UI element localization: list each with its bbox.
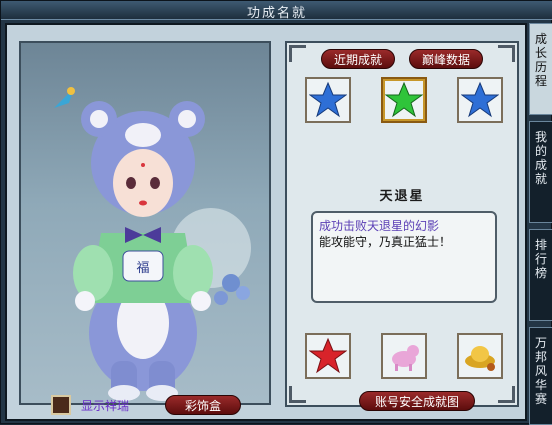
achievement-desc-line1: 成功击败天退星的幻影 bbox=[319, 219, 440, 233]
green-star-icon bbox=[385, 81, 423, 118]
side-tab-growth[interactable]: 成长历程 bbox=[529, 23, 552, 115]
medal-slot-1[interactable] bbox=[305, 77, 351, 123]
account-security-achievement-button[interactable]: 账号安全成就图 bbox=[359, 391, 475, 411]
show-auspicious-checkbox[interactable] bbox=[51, 395, 71, 415]
blue-star-icon bbox=[309, 81, 347, 118]
outfit-box-button[interactable]: 彩饰盒 bbox=[165, 395, 241, 415]
achievement-name: 天退星 bbox=[379, 189, 425, 204]
show-auspicious-label: 显示祥瑞 bbox=[81, 399, 130, 413]
tab-peak-data[interactable]: 巅峰数据 bbox=[409, 49, 483, 69]
panel-corner bbox=[498, 45, 515, 62]
side-tab-ranking[interactable]: 排行榜 bbox=[529, 229, 552, 321]
pink-pet-icon bbox=[392, 345, 419, 371]
medal-slot-2[interactable] bbox=[381, 77, 427, 123]
medal-slot-5[interactable] bbox=[381, 333, 427, 379]
side-tab-bar: 成长历程 我的成就 排行榜 万邦风华赛 bbox=[529, 23, 552, 425]
side-tab-my-achievements[interactable]: 我的成就 bbox=[529, 121, 552, 223]
tab-recent-achievements[interactable]: 近期成就 bbox=[321, 49, 395, 69]
side-tab-my-achievements-label: 我的成就 bbox=[535, 130, 548, 186]
window-title: 功成名就 bbox=[246, 6, 307, 21]
panel-corner bbox=[498, 386, 515, 403]
achievement-description-box: 成功击败天退星的幻影 能攻能守，乃真正猛士！ bbox=[311, 211, 497, 303]
main-panel: 福 近期成就 巅峰数据 天退星 成功击败天退星的幻影 能攻能守，乃真正猛士！ 账… bbox=[5, 23, 527, 421]
achievement-panel: 近期成就 巅峰数据 天退星 成功击败天退星的幻影 能攻能守，乃真正猛士！ 账号安… bbox=[285, 41, 519, 411]
achievement-desc-line2: 能攻能守，乃真正猛士！ bbox=[319, 235, 452, 249]
red-star-icon bbox=[309, 337, 347, 374]
gold-ingot-icon bbox=[465, 346, 495, 371]
side-tab-wanbang[interactable]: 万邦风华赛 bbox=[529, 327, 552, 425]
blue-star-icon bbox=[461, 81, 499, 118]
medal-slot-6[interactable] bbox=[457, 333, 503, 379]
side-tab-wanbang-label: 万邦风华赛 bbox=[535, 336, 548, 406]
achievement-window: 功成名就 福 近期成就 巅峰数据 天退星 成功击败天退星的幻影 能攻能守，乃真正… bbox=[0, 0, 552, 425]
panel-corner bbox=[289, 45, 306, 62]
character-portrait: 福 bbox=[19, 41, 271, 405]
title-bar[interactable]: 功成名就 bbox=[1, 1, 552, 21]
feather-item-icon bbox=[54, 87, 75, 108]
medal-slot-3[interactable] bbox=[457, 77, 503, 123]
panel-corner bbox=[289, 386, 306, 403]
side-tab-growth-label: 成长历程 bbox=[535, 32, 548, 88]
medal-slot-4[interactable] bbox=[305, 333, 351, 379]
side-tab-ranking-label: 排行榜 bbox=[535, 238, 548, 280]
svg-text:福: 福 bbox=[136, 261, 149, 276]
